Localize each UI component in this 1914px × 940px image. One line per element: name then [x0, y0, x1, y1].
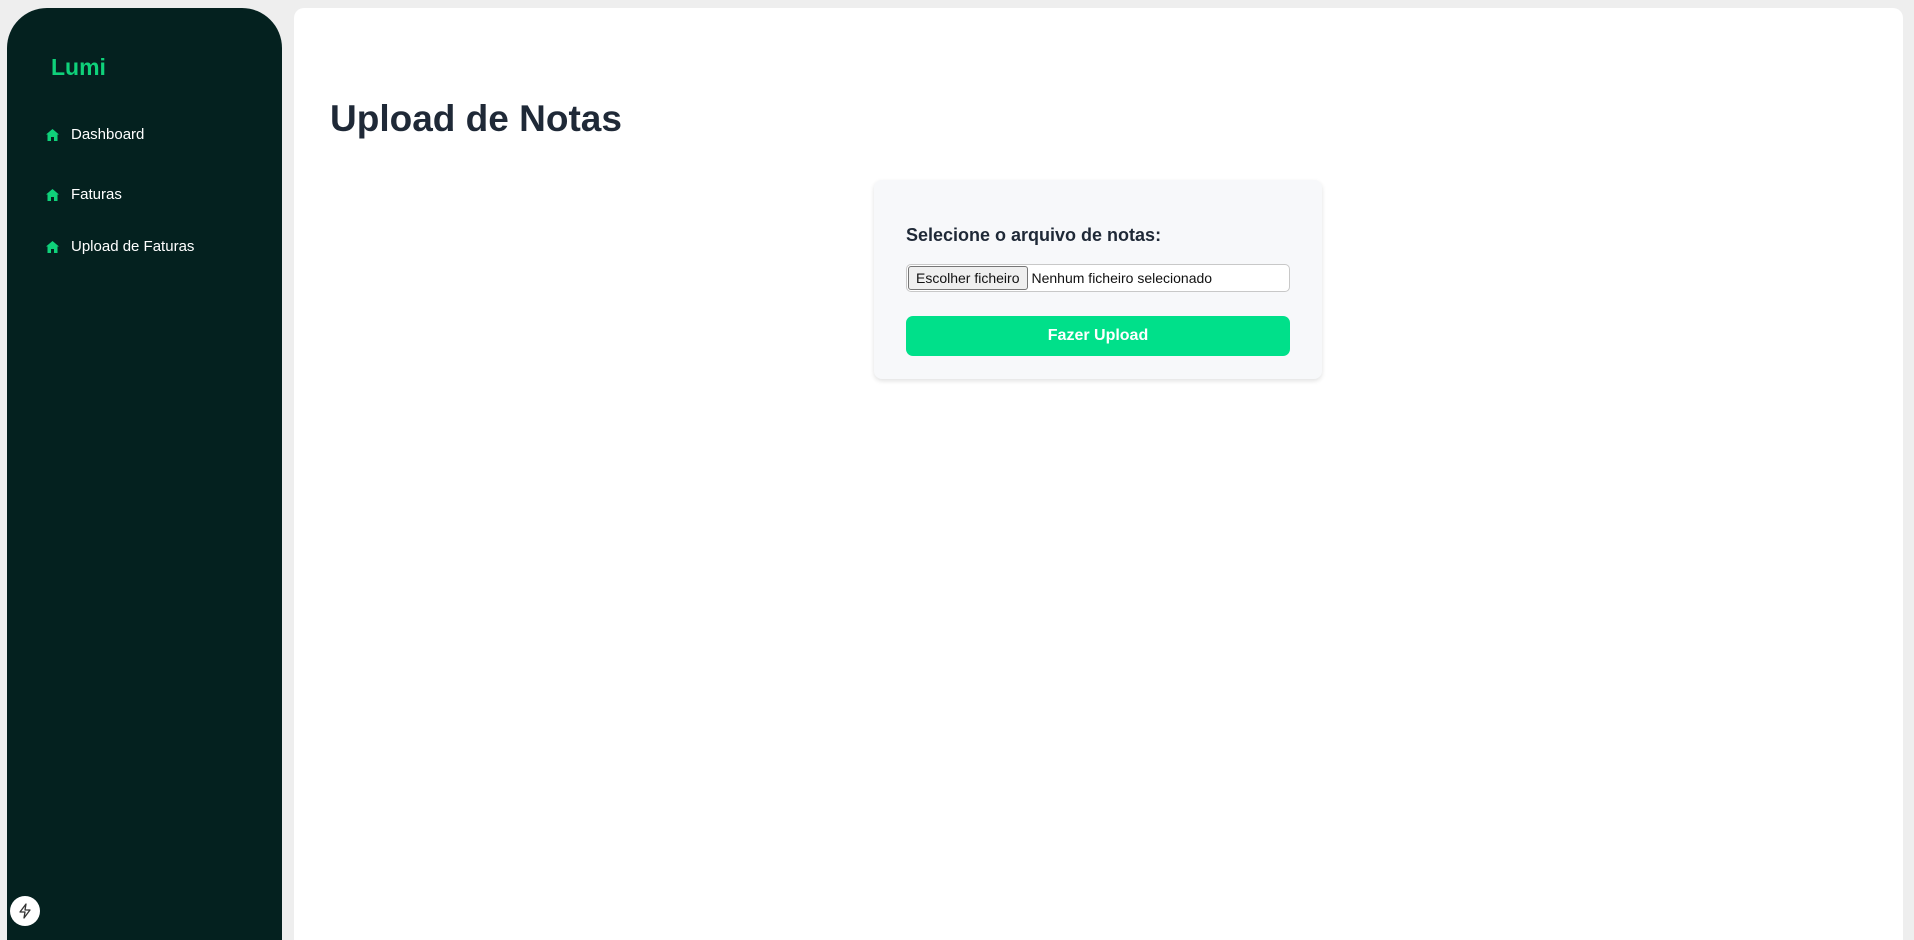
sidebar-item-faturas[interactable]: Faturas [45, 186, 122, 203]
sidebar: Lumi Dashboard Faturas Upload de Faturas [7, 8, 282, 940]
home-icon [45, 128, 59, 142]
home-icon [45, 240, 59, 254]
sidebar-item-label: Upload de Faturas [71, 238, 195, 255]
file-input[interactable]: Escolher ficheiro Nenhum ficheiro seleci… [906, 264, 1290, 292]
bolt-icon[interactable] [10, 896, 40, 926]
app-logo[interactable]: Lumi [51, 54, 106, 81]
main-content: Upload de Notas Selecione o arquivo de n… [294, 8, 1903, 940]
upload-button[interactable]: Fazer Upload [906, 316, 1290, 356]
file-label: Selecione o arquivo de notas: [906, 225, 1162, 245]
home-icon [45, 188, 59, 202]
sidebar-item-label: Faturas [71, 186, 122, 203]
choose-file-button[interactable]: Escolher ficheiro [908, 266, 1028, 290]
sidebar-item-dashboard[interactable]: Dashboard [45, 126, 144, 143]
sidebar-item-label: Dashboard [71, 126, 145, 143]
page-title: Upload de Notas [330, 98, 622, 139]
file-status-text: Nenhum ficheiro selecionado [1031, 270, 1213, 286]
sidebar-item-upload-de-faturas[interactable]: Upload de Faturas [45, 238, 194, 255]
upload-card: Selecione o arquivo de notas: Escolher f… [874, 180, 1322, 379]
